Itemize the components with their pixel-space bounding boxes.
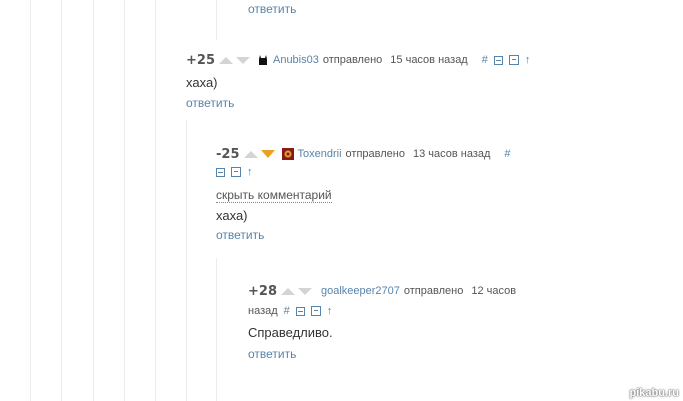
- comment-text: хаха): [186, 75, 218, 90]
- reply-link[interactable]: ответить: [248, 2, 296, 16]
- upvote-icon[interactable]: [243, 150, 258, 158]
- comment-text: хаха): [216, 208, 248, 223]
- collapse-icon[interactable]: [295, 306, 305, 316]
- comment-text: Справедливо.: [248, 325, 333, 340]
- comment: +28 goalkeeper2707 отправлено 12 часов н…: [248, 283, 517, 362]
- sent-label: отправлено: [322, 54, 383, 66]
- parent-arrow-icon[interactable]: ↑: [525, 54, 531, 66]
- collapse-icon[interactable]: [493, 55, 503, 65]
- comment: +25 Anubis03 отправлено 15 часов назад #…: [186, 52, 531, 111]
- thread-line: [93, 0, 94, 401]
- site-watermark: pikabu.ru: [629, 387, 679, 399]
- username-link[interactable]: Toxendrii: [298, 148, 342, 160]
- save-icon[interactable]: [310, 306, 321, 316]
- parent-arrow-icon[interactable]: ↑: [247, 166, 253, 178]
- thread-line: [216, 258, 217, 401]
- permalink-hash-icon[interactable]: #: [504, 148, 510, 160]
- reply-link[interactable]: ответить: [186, 96, 530, 110]
- username-link[interactable]: goalkeeper2707: [321, 285, 400, 297]
- comment-time: 13 часов назад: [412, 148, 491, 160]
- collapse-icon[interactable]: [216, 167, 225, 177]
- permalink-hash-icon[interactable]: #: [284, 305, 290, 317]
- reply-link[interactable]: ответить: [248, 347, 516, 361]
- username-link[interactable]: Anubis03: [273, 54, 319, 66]
- avatar[interactable]: [281, 148, 294, 160]
- save-icon[interactable]: [508, 55, 519, 65]
- downvote-icon[interactable]: [235, 56, 250, 64]
- comment-rating: -25: [216, 146, 240, 162]
- upvote-icon[interactable]: [218, 56, 233, 64]
- upvote-icon[interactable]: [280, 287, 295, 295]
- downvote-icon[interactable]: [260, 150, 275, 158]
- thread-line: [124, 0, 125, 401]
- comment-rating: +25: [186, 52, 215, 68]
- permalink-hash-icon[interactable]: #: [482, 54, 488, 66]
- parent-arrow-icon[interactable]: ↑: [327, 305, 333, 317]
- comment-time: 12 часов: [471, 285, 517, 297]
- sent-label: отправлено: [345, 148, 405, 160]
- avatar[interactable]: [257, 54, 269, 66]
- thread-line: [61, 0, 62, 401]
- comment: -25 Toxendrii отправлено 13 часов назад …: [216, 146, 511, 242]
- thread-line: [30, 0, 31, 401]
- sent-label: отправлено: [403, 285, 464, 297]
- comment-time: назад: [248, 305, 278, 317]
- hide-comment-link[interactable]: скрыть комментарий: [216, 188, 332, 203]
- comment-rating: +28: [248, 283, 277, 299]
- thread-line: [186, 120, 187, 401]
- save-icon[interactable]: [231, 167, 241, 177]
- thread-line: [216, 0, 217, 40]
- thread-line: [155, 0, 156, 401]
- downvote-icon[interactable]: [297, 287, 312, 295]
- reply-link[interactable]: ответить: [216, 228, 511, 242]
- comment-time: 15 часов назад: [390, 54, 468, 66]
